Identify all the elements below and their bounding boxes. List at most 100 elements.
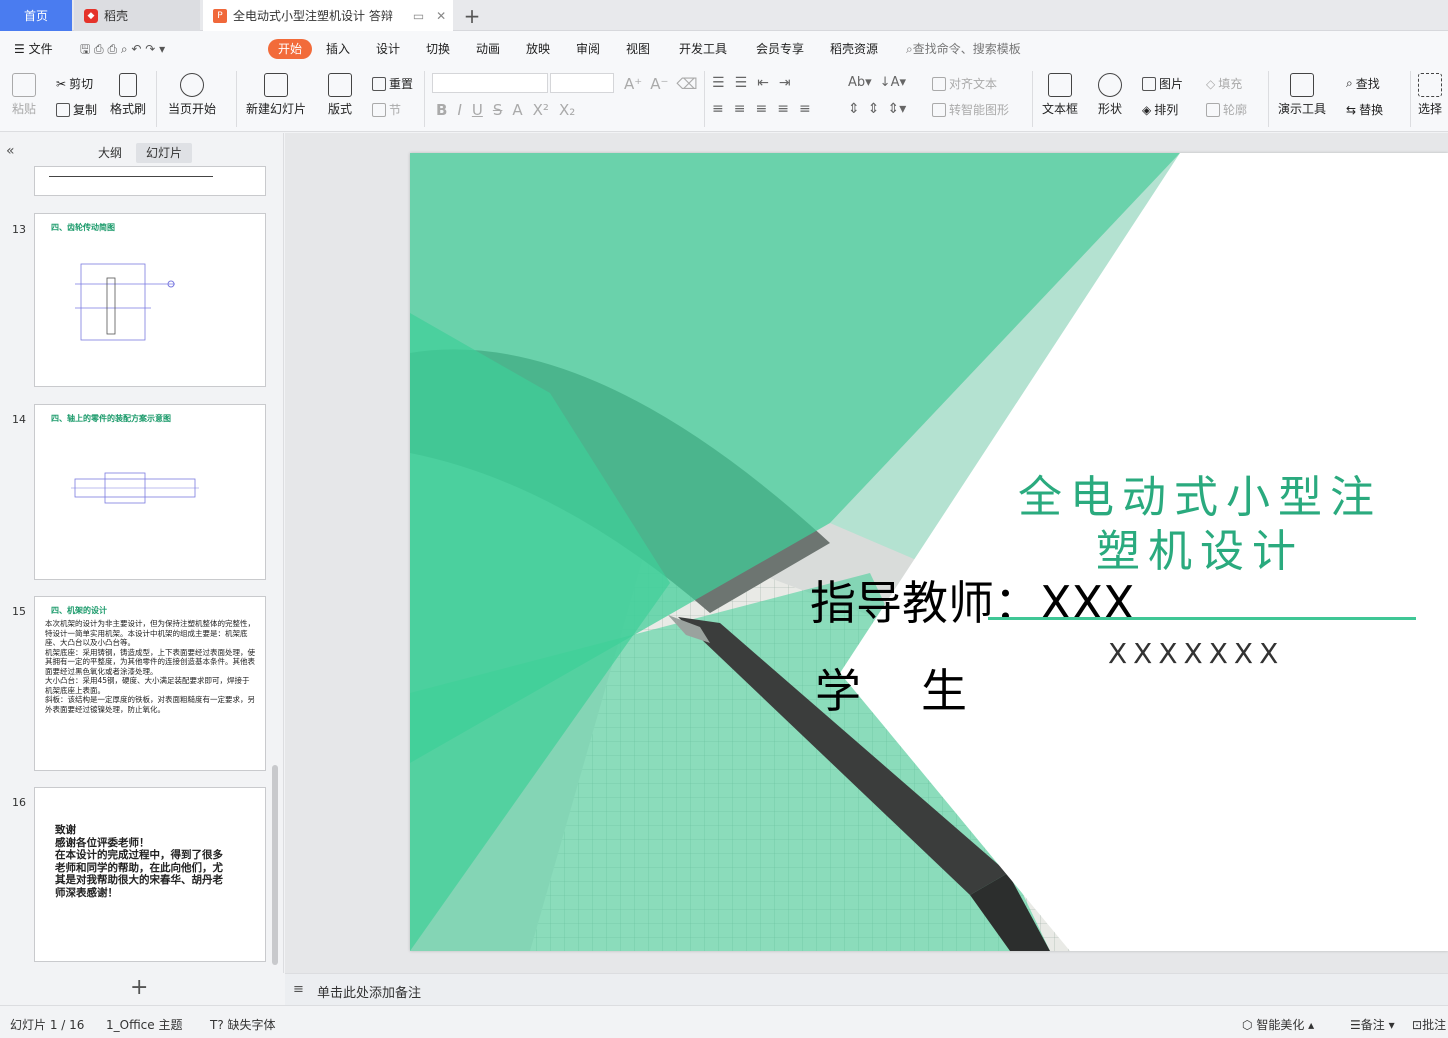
beautify-icon: ⬡	[1242, 1018, 1253, 1032]
monitor-icon[interactable]: ▭	[413, 9, 424, 23]
outdent-icon: ⇥	[778, 75, 791, 91]
arrange-label: 排列	[1154, 103, 1179, 117]
menu-developer[interactable]: 开发工具	[679, 39, 727, 59]
student-text[interactable]: 学生	[815, 655, 1027, 721]
section-label: 节	[389, 103, 402, 117]
presentation-tools-label: 演示工具	[1278, 102, 1327, 116]
menu-view[interactable]: 视图	[626, 39, 650, 59]
menu-bar: ☰ 文件 🖫 ⎙ ⎙ ⌕ ↶ ↷ ▾ 开始 插入 设计 切换 动画 放映 审阅 …	[0, 31, 1448, 67]
bullet-list-icon: ☰	[712, 75, 725, 91]
picture-button[interactable]: 图片	[1142, 75, 1183, 92]
quick-access-icons[interactable]: 🖫 ⎙ ⎙ ⌕ ↶ ↷ ▾	[80, 39, 165, 59]
notes-toggle-label: 备注	[1360, 1018, 1385, 1032]
menu-member[interactable]: 会员专享	[756, 39, 804, 59]
menu-slideshow[interactable]: 放映	[526, 39, 550, 59]
divider	[1410, 71, 1411, 127]
layout-button[interactable]: 版式	[328, 73, 352, 117]
font-family-select[interactable]	[432, 73, 548, 93]
tab-outline[interactable]: 大纲	[88, 143, 132, 163]
align-buttons[interactable]: ≡ ≡ ≡ ≡ ≡	[712, 101, 811, 117]
advisor-text[interactable]: 指导教师：XXX	[810, 567, 1135, 633]
ribbon-toolbar: 粘贴 ✂ 剪切 复制 格式刷 当页开始 新建幻灯片 版式 重置 节 B I U S A X²…	[0, 67, 1448, 132]
gear-diagram	[75, 263, 175, 341]
font-style-buttons[interactable]: B I U S A X² X₂	[436, 101, 575, 119]
align-text-label: 对齐文本	[949, 77, 998, 91]
menu-home[interactable]: 开始	[268, 39, 313, 59]
student-id-text[interactable]: XXXXXXX	[1108, 637, 1284, 670]
format-painter-button[interactable]: 格式刷	[110, 73, 146, 117]
slide-thumbnail-13[interactable]: 四、齿轮传动简图	[34, 213, 266, 387]
menu-review[interactable]: 审阅	[576, 39, 600, 59]
notes-bar[interactable]: ≡ 单击此处添加备注	[285, 973, 1448, 1005]
play-from-current-button[interactable]: 当页开始	[168, 73, 216, 117]
add-slide-button[interactable]: +	[130, 975, 148, 1000]
menu-animation[interactable]: 动画	[476, 39, 500, 59]
eraser-icon: ⌫	[676, 75, 698, 93]
replace-button[interactable]: ⇆ 替换	[1346, 101, 1383, 118]
tab-document-label: 全电动式小型注塑机设计 答辩	[233, 9, 393, 23]
thumbnail-body: 致谢 感谢各位评委老师！ 在本设计的完成过程中，得到了很多老师和同学的帮助，在此…	[55, 824, 223, 899]
cut-button[interactable]: ✂ 剪切	[56, 75, 93, 92]
text-direction-buttons[interactable]: Ab▾ ↓A▾	[848, 75, 906, 90]
slide-thumbnail-16[interactable]: 致谢 感谢各位评委老师！ 在本设计的完成过程中，得到了很多老师和同学的帮助，在此…	[34, 787, 266, 962]
smart-shape-button[interactable]: 转智能图形	[932, 101, 1009, 118]
tab-daoke[interactable]: ◆ 稻壳	[74, 0, 200, 31]
slide-number: 14	[12, 413, 26, 426]
notes-toggle-button[interactable]: ☰备注 ▾	[1350, 1016, 1395, 1033]
new-slide-icon	[264, 73, 288, 97]
list-buttons[interactable]: ☰ ☰ ⇤ ⇥	[712, 75, 791, 91]
shape-button[interactable]: 形状	[1098, 73, 1122, 117]
spacing-buttons[interactable]: ⇕ ⇕ ⇕▾	[848, 101, 906, 117]
tab-bar: 首页 ◆ 稻壳 P 全电动式小型注塑机设计 答辩 ▭ ✕ +	[0, 0, 1448, 31]
tab-slides[interactable]: 幻灯片	[136, 143, 193, 163]
comment-label: 批注	[1422, 1018, 1447, 1032]
slide-thumbnail-14[interactable]: 四、轴上的零件的装配方案示意图	[34, 404, 266, 580]
command-search[interactable]: ⌕查找命令、搜索模板	[906, 39, 1021, 59]
play-from-current-label: 当页开始	[168, 102, 217, 116]
panel-scrollbar[interactable]	[272, 765, 278, 965]
comment-button[interactable]: ⊡批注	[1412, 1016, 1446, 1033]
comment-icon: ⊡	[1412, 1018, 1423, 1032]
menu-design[interactable]: 设计	[376, 39, 400, 59]
thumbnail-body: 本次机架的设计为非主要设计，但为保持注塑机整体的完整性，特设计一简单实用机架。本…	[45, 619, 255, 714]
outline-icon	[1206, 102, 1220, 117]
section-button[interactable]: 节	[372, 101, 401, 118]
copy-button[interactable]: 复制	[56, 101, 97, 118]
collapse-panel-icon[interactable]: «	[6, 143, 15, 159]
paste-button[interactable]: 粘贴	[12, 73, 36, 117]
clipboard-icon	[12, 73, 36, 97]
menu-daoke-resources[interactable]: 稻壳资源	[830, 39, 878, 59]
slide-title[interactable]: 全电动式小型注塑机设计	[1000, 471, 1400, 579]
theme-name[interactable]: 1_Office 主题	[106, 1016, 182, 1033]
presentation-tools-button[interactable]: 演示工具	[1278, 73, 1326, 117]
tab-daoke-label: 稻壳	[104, 9, 129, 23]
new-tab-button[interactable]: +	[460, 0, 484, 31]
font-size-buttons[interactable]: A⁺ A⁻ ⌫	[624, 75, 698, 93]
reset-button[interactable]: 重置	[372, 75, 413, 92]
tab-document[interactable]: P 全电动式小型注塑机设计 答辩 ▭ ✕	[203, 0, 453, 31]
smart-beautify-button[interactable]: ⬡ 智能美化 ▴	[1242, 1016, 1314, 1033]
find-button[interactable]: ⌕ 查找	[1346, 75, 1380, 92]
arrange-button[interactable]: ◈ 排列	[1142, 101, 1178, 118]
slide-1[interactable]: 全电动式小型注塑机设计 指导教师：XXX 学生 XXXXXXX	[410, 153, 1448, 951]
font-size-select[interactable]	[550, 73, 614, 93]
section-icon	[372, 102, 386, 117]
shape-label: 形状	[1098, 102, 1123, 116]
textbox-button[interactable]: 文本框	[1042, 73, 1078, 117]
align-text-button[interactable]: 对齐文本	[932, 75, 997, 92]
missing-font-button[interactable]: T? 缺失字体	[210, 1016, 276, 1033]
menu-file[interactable]: ☰ 文件	[14, 39, 53, 59]
menu-insert[interactable]: 插入	[326, 39, 350, 59]
notes-toggle-icon: ☰	[1350, 1018, 1361, 1032]
close-icon[interactable]: ✕	[436, 9, 446, 23]
slide-thumbnail-12[interactable]	[34, 166, 266, 196]
tab-home[interactable]: 首页	[0, 0, 72, 31]
outline-button[interactable]: 轮廓	[1206, 101, 1247, 118]
new-slide-button[interactable]: 新建幻灯片	[246, 73, 306, 117]
fill-button[interactable]: ◇ 填充	[1206, 75, 1242, 92]
slide-number: 16	[12, 796, 26, 809]
select-button[interactable]: 选择	[1418, 73, 1442, 117]
divider	[1032, 71, 1033, 127]
slide-thumbnail-15[interactable]: 四、机架的设计 本次机架的设计为非主要设计，但为保持注塑机整体的完整性，特设计一…	[34, 596, 266, 771]
menu-transition[interactable]: 切换	[426, 39, 450, 59]
